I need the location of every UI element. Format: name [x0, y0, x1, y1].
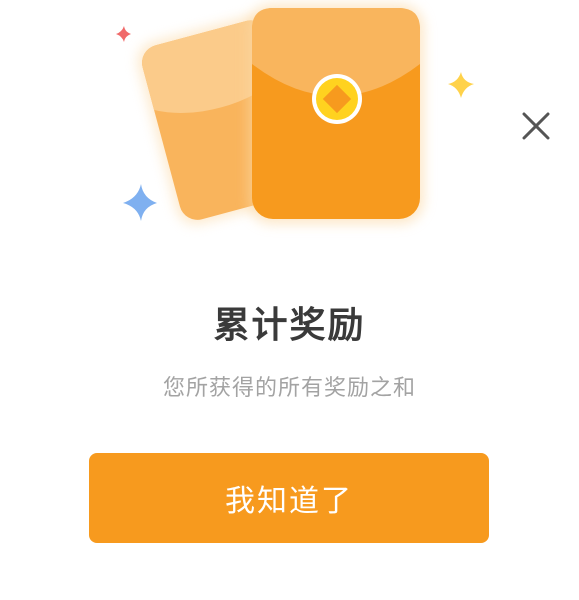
dialog-subtitle: 您所获得的所有奖励之和 — [162, 376, 416, 401]
sparkle-icon — [448, 72, 474, 98]
red-envelope-illustration — [116, 4, 474, 225]
close-button[interactable] — [516, 106, 556, 146]
sparkle-icon — [116, 26, 131, 42]
reward-dialog: 累计奖励 您所获得的所有奖励之和 我知道了 — [0, 0, 579, 600]
confirm-button[interactable]: 我知道了 — [89, 453, 489, 543]
close-icon — [522, 112, 550, 140]
red-envelope-icon — [248, 4, 424, 224]
sparkle-icon — [123, 184, 157, 221]
dialog-title: 累计奖励 — [213, 305, 366, 346]
